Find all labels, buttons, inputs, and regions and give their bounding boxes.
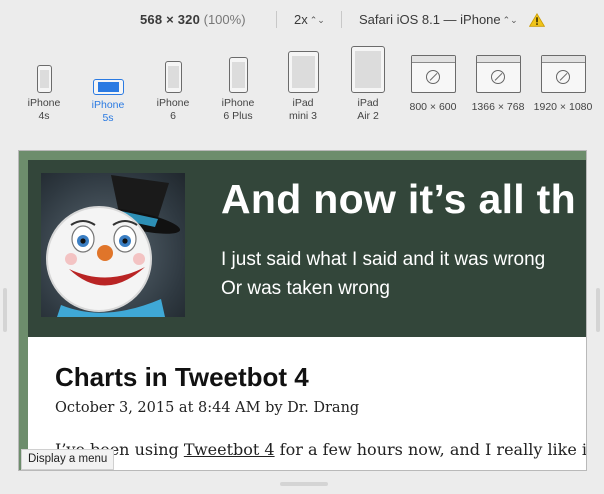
user-agent-selector[interactable]: Safari iOS 8.1 — iPhone ⌃⌄ (359, 12, 518, 27)
user-agent-label: Safari iOS 8.1 — iPhone (359, 12, 501, 27)
viewport-size-readout: 568 × 320 (100%) (140, 12, 246, 27)
device-iphone-6[interactable]: iPhone 6 (153, 44, 193, 123)
device-desktop-1366x768[interactable]: 1366 × 768 (469, 44, 527, 114)
site-header: And now it’s all th I just said what I s… (28, 160, 586, 337)
warning-icon[interactable] (529, 13, 545, 27)
device-label: 800 × 600 (409, 101, 457, 113)
browser-window-icon (540, 55, 586, 93)
browser-window-icon (475, 55, 521, 93)
post-meta: October 3, 2015 at 8:44 AM by Dr. Drang (55, 400, 360, 416)
chevron-updown-icon: ⌃⌄ (502, 15, 518, 25)
device-preset-row: iPhone 4s iPhone 5s iPhone 6 iPhone 6 Plus i… (0, 44, 604, 134)
ipad-icon (287, 51, 319, 93)
post-body-text: for a few hours now, and I really like i… (274, 440, 587, 459)
ipad-icon (351, 46, 385, 93)
tagline-line-2: Or was taken wrong (221, 278, 390, 299)
site-title[interactable]: And now it’s all th (221, 176, 576, 223)
browser-window-icon (410, 55, 456, 93)
device-label: iPad Air 2 (357, 97, 379, 122)
viewport-dimensions: 568 × 320 (140, 12, 200, 27)
device-label: iPad mini 3 (288, 97, 317, 122)
snowman-avatar-icon (46, 175, 181, 317)
device-iphone-4s[interactable]: iPhone 4s (24, 44, 64, 123)
post-body: I’ve been using Tweetbot 4 for a few hou… (55, 440, 587, 459)
resize-handle-left[interactable] (3, 288, 7, 332)
divider (276, 11, 277, 28)
device-desktop-1920x1080[interactable]: 1920 × 1080 (532, 44, 594, 114)
responsive-info-bar: 568 × 320 (100%) 2x ⌃⌄ Safari iOS 8.1 — i… (0, 10, 604, 30)
iphone-icon (228, 57, 248, 93)
device-ipad-air-2[interactable]: iPad Air 2 (346, 44, 390, 123)
device-iphone-6-plus[interactable]: iPhone 6 Plus (215, 44, 261, 123)
device-label: iPhone 5s (91, 99, 125, 124)
device-label: iPhone 6 Plus (221, 97, 255, 122)
viewport-zoom: (100%) (203, 12, 246, 27)
post-title[interactable]: Charts in Tweetbot 4 (55, 362, 309, 393)
resize-handle-bottom[interactable] (280, 482, 328, 486)
pixel-ratio-label: 2x (294, 12, 308, 27)
device-desktop-800x600[interactable]: 800 × 600 (405, 44, 461, 114)
device-label: iPhone 4s (27, 97, 61, 122)
pixel-ratio-selector[interactable]: 2x ⌃⌄ (294, 12, 325, 27)
tagline-line-1: I just said what I said and it was wrong (221, 249, 546, 270)
site-avatar[interactable] (41, 173, 185, 317)
site-tagline: I just said what I said and it was wrong… (221, 245, 545, 303)
tooltip: Display a menu (21, 449, 115, 470)
compass-icon (426, 69, 440, 84)
compass-icon (491, 69, 505, 84)
device-label: 1366 × 768 (471, 101, 525, 113)
device-ipad-mini-3[interactable]: iPad mini 3 (281, 44, 325, 123)
resize-handle-right[interactable] (596, 288, 600, 332)
responsive-viewport[interactable]: And now it’s all th I just said what I s… (18, 150, 587, 471)
iphone-icon (36, 65, 52, 93)
compass-icon (556, 69, 570, 84)
tweetbot-link[interactable]: Tweetbot 4 (184, 440, 275, 459)
iphone-icon (164, 61, 182, 93)
device-label: 1920 × 1080 (533, 101, 593, 113)
device-label: iPhone 6 (156, 97, 190, 122)
iphone-landscape-icon (92, 79, 124, 95)
divider (341, 11, 342, 28)
device-iphone-5s[interactable]: iPhone 5s (88, 44, 128, 125)
chevron-updown-icon: ⌃⌄ (309, 15, 325, 25)
